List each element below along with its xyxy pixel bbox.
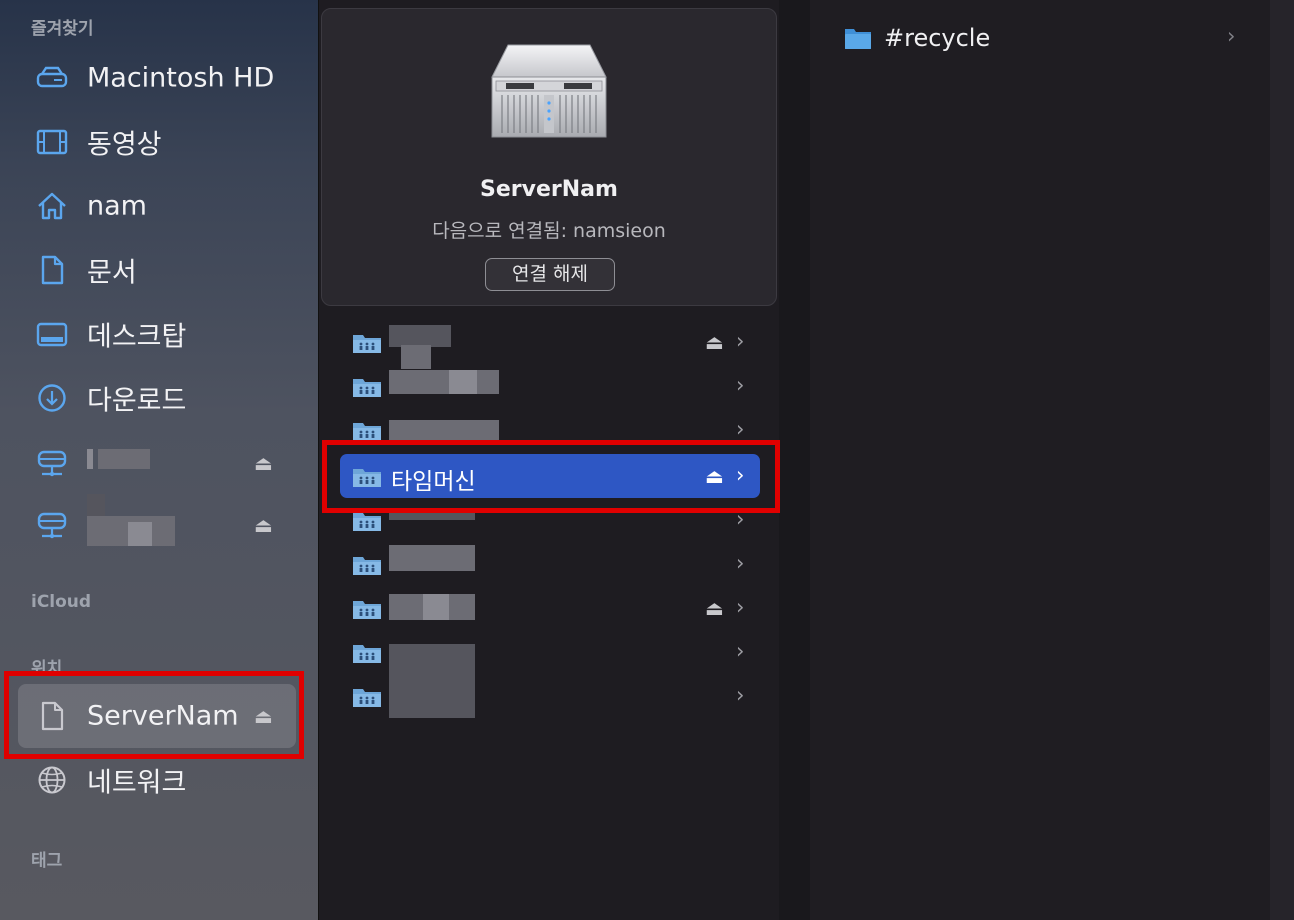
- locations-header: 위치: [31, 659, 63, 679]
- obscured-label: [98, 449, 150, 469]
- sidebar-item-label: nam: [87, 190, 147, 222]
- obscured-label: [389, 545, 475, 571]
- obscured-label: [87, 449, 93, 469]
- globe-icon: [35, 763, 69, 797]
- sidebar-item-network[interactable]: 네트워크: [18, 755, 296, 805]
- obscured-label: [449, 370, 477, 394]
- share-row[interactable]: ›: [319, 408, 779, 452]
- sidebar-item-label: 데스크탑: [87, 321, 187, 353]
- icloud-header: iCloud: [31, 592, 92, 612]
- share-row[interactable]: ⏏ ›: [319, 586, 779, 630]
- chevron-right-icon: ›: [736, 463, 745, 487]
- network-drive-icon: [35, 508, 69, 542]
- share-row-time-machine[interactable]: 타임머신 ⏏ ›: [319, 454, 779, 498]
- chevron-right-icon: ›: [736, 639, 745, 663]
- desktop-icon: [35, 317, 69, 351]
- obscured-label: [389, 644, 475, 670]
- column-divider[interactable]: [779, 0, 810, 920]
- sidebar-item-label: Macintosh HD: [87, 62, 275, 94]
- share-row[interactable]: ⏏ ›: [319, 320, 779, 369]
- shared-folder-icon: [352, 332, 382, 354]
- chevron-right-icon: ›: [736, 507, 745, 531]
- disconnect-button[interactable]: 연결 해제: [485, 258, 615, 291]
- sidebar-item-servernam[interactable]: ServerNam ⏏: [18, 684, 296, 748]
- sidebar-item-home[interactable]: nam: [18, 181, 296, 231]
- favorites-header: 즐겨찾기: [31, 19, 94, 39]
- sidebar-item-label: 다운로드: [87, 385, 187, 417]
- obscured-label: [423, 594, 449, 620]
- download-icon: [35, 381, 69, 415]
- chevron-right-icon: ›: [736, 551, 745, 575]
- shared-folder-icon: [352, 642, 382, 664]
- obscured-label: [389, 670, 475, 718]
- chevron-right-icon: ›: [736, 683, 745, 707]
- sidebar-item-downloads[interactable]: 다운로드: [18, 373, 296, 423]
- share-row[interactable]: ›: [319, 542, 779, 586]
- sidebar-item-network-drive[interactable]: ⏏: [18, 494, 296, 550]
- shared-folder-icon: [352, 376, 382, 398]
- chevron-right-icon: ›: [736, 373, 745, 397]
- shared-folder-icon: [352, 420, 382, 442]
- shared-folder-icon: [352, 466, 382, 488]
- shared-folder-icon: [352, 510, 382, 532]
- connected-as-text: 다음으로 연결됨: namsieon: [432, 220, 666, 242]
- chevron-right-icon: ›: [736, 329, 745, 353]
- share-row[interactable]: ›: [319, 364, 779, 408]
- share-row[interactable]: ›: [319, 630, 779, 674]
- chevron-right-icon: ›: [736, 595, 745, 619]
- share-row[interactable]: ›: [319, 498, 779, 542]
- sidebar-item-label: 네트워크: [87, 767, 187, 799]
- obscured-label: [389, 508, 475, 520]
- folder-icon: [844, 26, 872, 50]
- disk-icon: [35, 61, 69, 95]
- share-name: 타임머신: [391, 469, 476, 495]
- sidebar: 즐겨찾기 Macintosh HD 동영상 nam 문서 데스크탑 다운로드 ⏏…: [0, 0, 319, 920]
- sidebar-item-network-drive[interactable]: ⏏: [18, 438, 296, 488]
- sidebar-item-desktop[interactable]: 데스크탑: [18, 309, 296, 359]
- chevron-right-icon: ›: [736, 417, 745, 441]
- sidebar-item-documents[interactable]: 문서: [18, 245, 296, 295]
- eject-icon[interactable]: ⏏: [705, 596, 724, 620]
- sidebar-item-label: ServerNam: [87, 700, 239, 732]
- sidebar-item-macintosh-hd[interactable]: Macintosh HD: [18, 53, 296, 103]
- tags-header: 태그: [31, 851, 63, 871]
- eject-icon[interactable]: ⏏: [254, 704, 273, 728]
- shared-folder-icon: [352, 598, 382, 620]
- server-rack-icon: [491, 44, 607, 138]
- folder-name: #recycle: [884, 24, 991, 52]
- eject-icon[interactable]: ⏏: [254, 513, 273, 537]
- eject-icon[interactable]: ⏏: [705, 330, 724, 354]
- sidebar-item-movies[interactable]: 동영상: [18, 117, 296, 167]
- obscured-label: [87, 494, 105, 516]
- film-icon: [35, 125, 69, 159]
- contents-column: #recycle ›: [810, 0, 1270, 920]
- obscured-label: [389, 370, 499, 394]
- share-row[interactable]: ›: [319, 670, 779, 718]
- server-name: ServerNam: [480, 177, 618, 202]
- home-icon: [35, 189, 69, 223]
- document-icon: [35, 253, 69, 287]
- obscured-label: [128, 522, 152, 546]
- obscured-label: [389, 420, 499, 442]
- folder-row-recycle[interactable]: #recycle ›: [810, 20, 1270, 60]
- sidebar-item-label: 문서: [87, 257, 137, 289]
- server-info-card: ServerNam 다음으로 연결됨: namsieon 연결 해제: [321, 8, 777, 306]
- eject-icon[interactable]: ⏏: [705, 464, 724, 488]
- network-drive-icon: [35, 446, 69, 480]
- next-column: [1270, 0, 1294, 920]
- shared-folder-icon: [352, 554, 382, 576]
- chevron-right-icon: ›: [1227, 24, 1236, 48]
- document-icon: [35, 699, 69, 733]
- shared-folder-icon: [352, 686, 382, 708]
- shares-column: ServerNam 다음으로 연결됨: namsieon 연결 해제 ⏏ › ›…: [319, 0, 779, 920]
- obscured-label: [389, 325, 451, 347]
- sidebar-item-label: 동영상: [87, 129, 162, 161]
- eject-icon[interactable]: ⏏: [254, 451, 273, 475]
